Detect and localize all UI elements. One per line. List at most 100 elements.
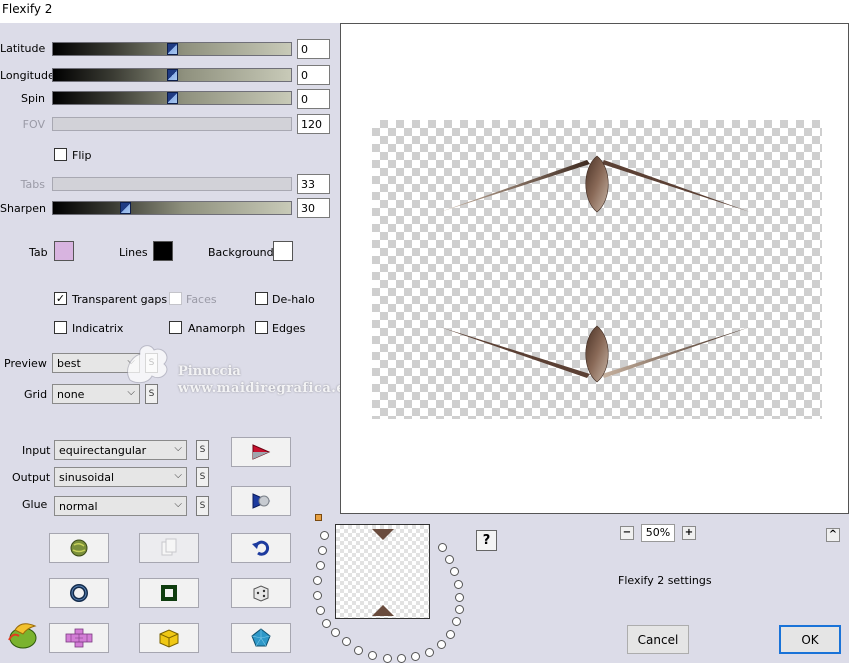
spin-value[interactable]: 0 [297, 89, 330, 109]
edges-checkbox[interactable] [255, 321, 268, 334]
cube-button[interactable] [139, 623, 199, 653]
longitude-slider[interactable] [52, 68, 292, 82]
fov-value[interactable]: 120 [297, 114, 330, 134]
window-title: Flexify 2 [2, 2, 53, 16]
preview-select-value: best [57, 357, 81, 370]
navigator-dot[interactable] [313, 591, 322, 600]
square-frame-button[interactable] [139, 578, 199, 608]
navigator-dot[interactable] [316, 561, 325, 570]
grid-select[interactable]: none ⌵ [52, 384, 140, 404]
sharpen-label: Sharpen [0, 202, 46, 215]
latitude-label: Latitude [0, 42, 46, 55]
randomize-forward-button[interactable] [231, 437, 291, 467]
output-label: Output [12, 471, 51, 484]
flip-checkbox[interactable] [54, 148, 67, 161]
input-select[interactable]: equirectangular ⌵ [54, 440, 187, 460]
longitude-slider-thumb[interactable] [167, 69, 178, 81]
tab-color-label: Tab [29, 246, 48, 259]
watermark-logo [116, 340, 176, 387]
settings-label: Flexify 2 settings [618, 574, 712, 587]
navigator-dot[interactable] [454, 580, 463, 589]
background-color-label: Background [208, 246, 274, 259]
latitude-slider-thumb[interactable] [167, 43, 178, 55]
edges-label: Edges [272, 322, 306, 335]
navigator-dot[interactable] [455, 605, 464, 614]
de-halo-checkbox[interactable] [255, 292, 268, 305]
navigator-dot[interactable] [425, 648, 434, 657]
ring-button[interactable] [49, 578, 109, 608]
cross-button[interactable] [49, 623, 109, 653]
tabs-slider[interactable] [52, 177, 292, 191]
indicatrix-checkbox[interactable] [54, 321, 67, 334]
square-frame-icon [161, 585, 177, 601]
navigator-dot[interactable] [411, 652, 420, 661]
lines-color-swatch[interactable] [153, 241, 173, 261]
navigator-dot[interactable] [438, 543, 447, 552]
sharpen-slider[interactable] [52, 201, 292, 215]
navigator-dot[interactable] [322, 619, 331, 628]
navigator-dot[interactable] [320, 531, 329, 540]
randomize-back-button[interactable] [231, 486, 291, 516]
glue-select[interactable]: normal ⌵ [54, 496, 187, 516]
navigator-dot[interactable] [342, 637, 351, 646]
input-s-button[interactable]: S [196, 440, 209, 460]
output-s-button[interactable]: S [196, 467, 209, 487]
help-button[interactable]: ? [476, 530, 497, 551]
latitude-slider[interactable] [52, 42, 292, 56]
plugin-logo [5, 620, 39, 653]
navigator-dot[interactable] [437, 640, 446, 649]
grid-s-button[interactable]: S [145, 384, 158, 404]
dice-button[interactable] [231, 578, 291, 608]
navigator-dot[interactable] [455, 593, 464, 602]
undo-button[interactable] [231, 533, 291, 563]
zoom-level[interactable]: 50% [641, 524, 675, 542]
tab-color-swatch[interactable] [54, 241, 74, 261]
navigator-dot[interactable] [368, 651, 377, 660]
watermark-name: Pinuccia [178, 364, 241, 379]
preview-canvas[interactable] [340, 23, 849, 514]
zoom-out-button[interactable]: − [620, 526, 634, 540]
output-select[interactable]: sinusoidal ⌵ [54, 467, 187, 487]
copy-button[interactable] [139, 533, 199, 563]
ok-button[interactable]: OK [779, 625, 841, 654]
glue-label: Glue [22, 498, 48, 511]
collapse-button[interactable]: ^ [826, 528, 840, 542]
spin-label: Spin [21, 92, 45, 105]
transparency-checkerboard [372, 120, 822, 419]
globe-button[interactable] [49, 533, 109, 563]
navigator-thumbnail[interactable] [335, 524, 430, 619]
sharpen-slider-thumb[interactable] [120, 202, 131, 214]
navigator-dot[interactable] [354, 646, 363, 655]
navigator-marker[interactable] [315, 514, 322, 521]
fov-slider[interactable] [52, 117, 292, 131]
navigator-dot[interactable] [318, 546, 327, 555]
chevron-down-icon: ⌵ [174, 443, 182, 454]
anamorph-checkbox[interactable] [169, 321, 182, 334]
background-color-swatch[interactable] [273, 241, 293, 261]
navigator-dot[interactable] [397, 654, 406, 663]
fov-label: FOV [22, 118, 45, 131]
faces-checkbox[interactable] [169, 292, 182, 305]
navigator-dot[interactable] [331, 628, 340, 637]
spin-slider[interactable] [52, 91, 292, 105]
pentagon-button[interactable] [231, 623, 291, 653]
sharpen-value[interactable]: 30 [297, 198, 330, 218]
latitude-value[interactable]: 0 [297, 39, 330, 59]
navigator-dot[interactable] [445, 555, 454, 564]
chevron-down-icon: ⌵ [174, 499, 182, 510]
navigator-dot[interactable] [316, 606, 325, 615]
navigator-dot[interactable] [383, 654, 392, 663]
navigator-dot[interactable] [452, 617, 461, 626]
input-select-value: equirectangular [59, 444, 147, 457]
navigator-dot[interactable] [450, 567, 459, 576]
zoom-in-button[interactable]: + [682, 526, 696, 540]
tabs-value[interactable]: 33 [297, 174, 330, 194]
navigator-dot[interactable] [313, 576, 322, 585]
spin-slider-thumb[interactable] [167, 92, 178, 104]
cancel-button[interactable]: Cancel [627, 625, 689, 654]
navigator-dot[interactable] [446, 630, 455, 639]
transparent-gaps-checkbox[interactable]: ✓ [54, 292, 67, 305]
copy-icon [161, 538, 177, 556]
glue-s-button[interactable]: S [196, 496, 209, 516]
longitude-value[interactable]: 0 [297, 65, 330, 85]
